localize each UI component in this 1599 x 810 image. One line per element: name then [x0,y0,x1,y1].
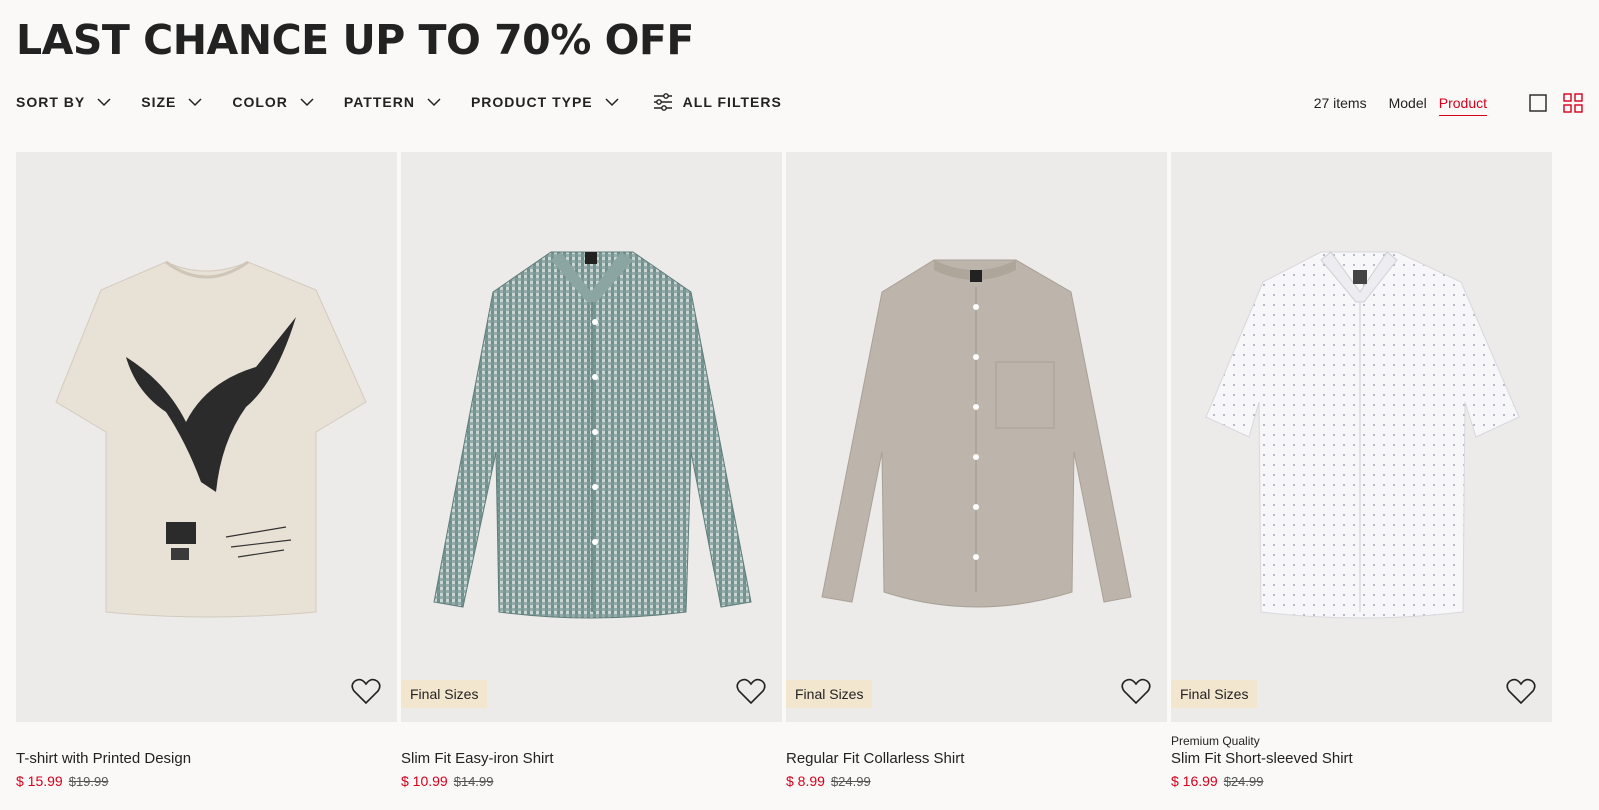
chevron-down-icon [427,98,441,107]
product-info: Regular Fit Collarless Shirt $ 8.99 $24.9… [786,734,1167,789]
product-subtitle [401,734,782,748]
product-info: Slim Fit Easy-iron Shirt $ 10.99 $14.99 [401,734,782,789]
product-name[interactable]: Slim Fit Easy-iron Shirt [401,750,782,767]
sliders-icon [653,93,672,111]
four-grid-icon [1563,93,1583,113]
product-subtitle [786,734,1167,748]
product-image[interactable]: Final Sizes [1171,152,1552,722]
filter-label: PATTERN [343,94,415,110]
all-filters-label: ALL FILTERS [682,94,782,110]
heart-icon [736,678,766,705]
wishlist-heart-button[interactable] [351,677,381,710]
item-count: 27 items [1313,95,1367,111]
heart-icon [1506,678,1536,705]
sale-price: $ 16.99 [1171,773,1218,789]
wishlist-heart-button[interactable] [1506,677,1536,710]
filter-color[interactable]: COLOR [232,94,314,110]
final-sizes-badge: Final Sizes [786,680,873,708]
product-prices: $ 8.99 $24.99 [786,773,1167,789]
filter-size[interactable]: SIZE [141,94,202,110]
view-product-toggle[interactable]: Product [1438,91,1487,116]
multi-grid-button[interactable] [1563,93,1583,113]
product-card[interactable]: Final Sizes Regular Fit Collarless Shirt… [786,152,1167,789]
view-model-toggle[interactable]: Model [1389,91,1427,115]
filter-label: COLOR [232,94,288,110]
product-info: Premium Quality Slim Fit Short-sleeved S… [1171,734,1552,789]
product-prices: $ 16.99 $24.99 [1171,773,1552,789]
filter-product-type[interactable]: PRODUCT TYPE [471,94,619,110]
shirt-image [433,251,752,619]
product-card[interactable]: T-shirt with Printed Design $ 15.99 $19.9… [16,152,397,789]
all-filters-button[interactable]: ALL FILTERS [653,93,782,111]
product-subtitle [16,734,397,748]
filter-label: SIZE [141,94,177,110]
filter-pattern[interactable]: PATTERN [344,94,441,110]
product-card[interactable]: Final Sizes Slim Fit Easy-iron Shirt $ 1… [401,152,782,789]
product-card[interactable]: Final Sizes Premium Quality Slim Fit Sho… [1171,152,1552,789]
chevron-down-icon [188,98,202,107]
filter-sort-by[interactable]: SORT BY [16,94,111,110]
view-controls: 27 items Model Product [1314,86,1583,120]
product-subtitle: Premium Quality [1171,734,1260,748]
page-title: LAST CHANCE UP TO 70% OFF [16,16,694,64]
product-prices: $ 10.99 $14.99 [401,773,782,789]
product-name[interactable]: T-shirt with Printed Design [16,750,397,767]
heart-icon [1121,678,1151,705]
sale-price: $ 15.99 [16,773,63,789]
single-grid-button[interactable] [1529,94,1547,112]
product-name[interactable]: Slim Fit Short-sleeved Shirt [1171,750,1552,767]
heart-icon [351,678,381,705]
shirt-image [1205,251,1520,619]
original-price: $24.99 [830,774,871,789]
square-grid-icon [1529,94,1547,112]
sale-price: $ 8.99 [786,773,825,789]
product-grid: T-shirt with Printed Design $ 15.99 $19.9… [16,152,1552,789]
product-info: T-shirt with Printed Design $ 15.99 $19.9… [16,734,397,789]
shirt-image [821,259,1132,608]
original-price: $14.99 [453,774,494,789]
chevron-down-icon [605,98,619,107]
chevron-down-icon [300,98,314,107]
chevron-down-icon [97,98,111,107]
product-name[interactable]: Regular Fit Collarless Shirt [786,750,1167,767]
product-image[interactable]: Final Sizes [401,152,782,722]
filter-label: PRODUCT TYPE [470,94,593,110]
sale-price: $ 10.99 [401,773,448,789]
original-price: $24.99 [1223,774,1264,789]
final-sizes-badge: Final Sizes [1171,680,1258,708]
filter-label: SORT BY [16,94,86,110]
wishlist-heart-button[interactable] [1121,677,1151,710]
product-prices: $ 15.99 $19.99 [16,773,397,789]
wishlist-heart-button[interactable] [736,677,766,710]
product-image[interactable]: Final Sizes [786,152,1167,722]
tshirt-image [55,260,367,618]
product-image[interactable] [16,152,397,722]
original-price: $19.99 [68,774,109,789]
final-sizes-badge: Final Sizes [401,680,488,708]
